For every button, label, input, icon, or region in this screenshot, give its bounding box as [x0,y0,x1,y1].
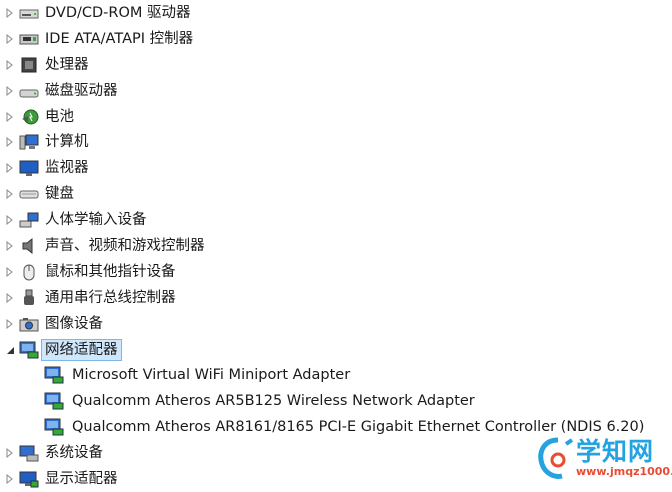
tree-item-label: 磁盘驱动器 [45,82,118,99]
tree-item-label: 键盘 [45,186,74,203]
computer-icon [19,133,39,151]
watermark-title: 学知网 [576,437,655,466]
expand-arrow-icon[interactable] [3,239,17,253]
tree-item-ide[interactable]: IDE ATA/ATAPI 控制器 [0,26,672,52]
tree-item-label: 通用串行总线控制器 [45,289,176,306]
tree-item-disk[interactable]: 磁盘驱动器 [0,78,672,104]
expand-arrow-icon[interactable] [3,32,17,46]
tree-item-label: 系统设备 [45,445,103,462]
expand-arrow-icon[interactable] [3,84,17,98]
expand-arrow-icon[interactable] [3,135,17,149]
tree-item-sound[interactable]: 声音、视频和游戏控制器 [0,233,672,259]
expand-arrow-icon[interactable] [3,58,17,72]
tree-item-label: 网络适配器 [41,338,122,361]
expand-arrow-icon[interactable] [3,213,17,227]
tree-item-adapter[interactable]: Microsoft Virtual WiFi Miniport Adapter [0,362,672,388]
mouse-icon [19,263,39,281]
battery-icon [19,108,39,126]
tree-item-hid[interactable]: 人体学输入设备 [0,207,672,233]
monitor-icon [19,159,39,177]
device-manager-tree: DVD/CD-ROM 驱动器 IDE ATA/ATAPI 控制器 处理器 磁盘驱… [0,0,672,492]
expand-arrow-icon[interactable] [3,446,17,460]
expand-arrow-icon[interactable] [3,161,17,175]
tree-item-label: Qualcomm Atheros AR5B125 Wireless Networ… [72,393,475,410]
hid-icon [19,211,39,229]
tree-item-label: 处理器 [45,56,89,73]
expand-arrow-icon[interactable] [3,110,17,124]
keyboard-icon [19,185,39,203]
expand-arrow-icon[interactable] [3,291,17,305]
tree-item-computer[interactable]: 计算机 [0,129,672,155]
usb-icon [19,289,39,307]
tree-item-processor[interactable]: 处理器 [0,52,672,78]
expand-arrow-icon[interactable] [3,472,17,486]
tree-item-keyboard[interactable]: 键盘 [0,181,672,207]
tree-item-label: IDE ATA/ATAPI 控制器 [45,30,194,47]
camera-icon [19,315,39,333]
tree-item-label: 声音、视频和游戏控制器 [45,237,205,254]
tree-item-imaging[interactable]: 图像设备 [0,311,672,337]
ide-controller-icon [19,30,39,48]
network-adapter-icon [44,366,64,384]
tree-item-usb[interactable]: 通用串行总线控制器 [0,285,672,311]
expand-arrow-icon[interactable] [3,265,17,279]
tree-item-monitor[interactable]: 监视器 [0,155,672,181]
watermark: 学知网 www.jmqz1000.com [536,432,672,484]
tree-item-label: Microsoft Virtual WiFi Miniport Adapter [72,367,351,384]
disk-drive-icon [19,82,39,100]
tree-item-network-adapters[interactable]: 网络适配器 [0,337,672,363]
display-adapter-icon [19,470,39,488]
expand-arrow-icon[interactable] [3,187,17,201]
expand-arrow-icon[interactable] [3,317,17,331]
tree-item-mouse[interactable]: 鼠标和其他指针设备 [0,259,672,285]
tree-item-label: 电池 [45,108,74,125]
dvd-drive-icon [19,4,39,22]
system-device-icon [19,444,39,462]
speaker-icon [19,237,39,255]
tree-item-label: 图像设备 [45,315,103,332]
tree-item-battery[interactable]: 电池 [0,104,672,130]
tree-item-label: 显示适配器 [45,470,118,487]
watermark-url: www.jmqz1000.com [576,465,672,478]
expand-arrow-icon[interactable] [3,6,17,20]
tree-item-label: 人体学输入设备 [45,212,147,229]
network-adapter-icon [44,418,64,436]
tree-item-dvd[interactable]: DVD/CD-ROM 驱动器 [0,0,672,26]
tree-item-label: 计算机 [45,134,89,151]
watermark-logo-icon [538,437,574,479]
processor-icon [19,56,39,74]
tree-item-adapter[interactable]: Qualcomm Atheros AR5B125 Wireless Networ… [0,388,672,414]
network-adapter-icon [44,392,64,410]
tree-item-label: DVD/CD-ROM 驱动器 [45,4,191,21]
tree-item-label: 监视器 [45,160,89,177]
collapse-arrow-icon[interactable] [3,343,17,357]
tree-item-label: 鼠标和其他指针设备 [45,263,176,280]
network-adapter-icon [19,341,39,359]
